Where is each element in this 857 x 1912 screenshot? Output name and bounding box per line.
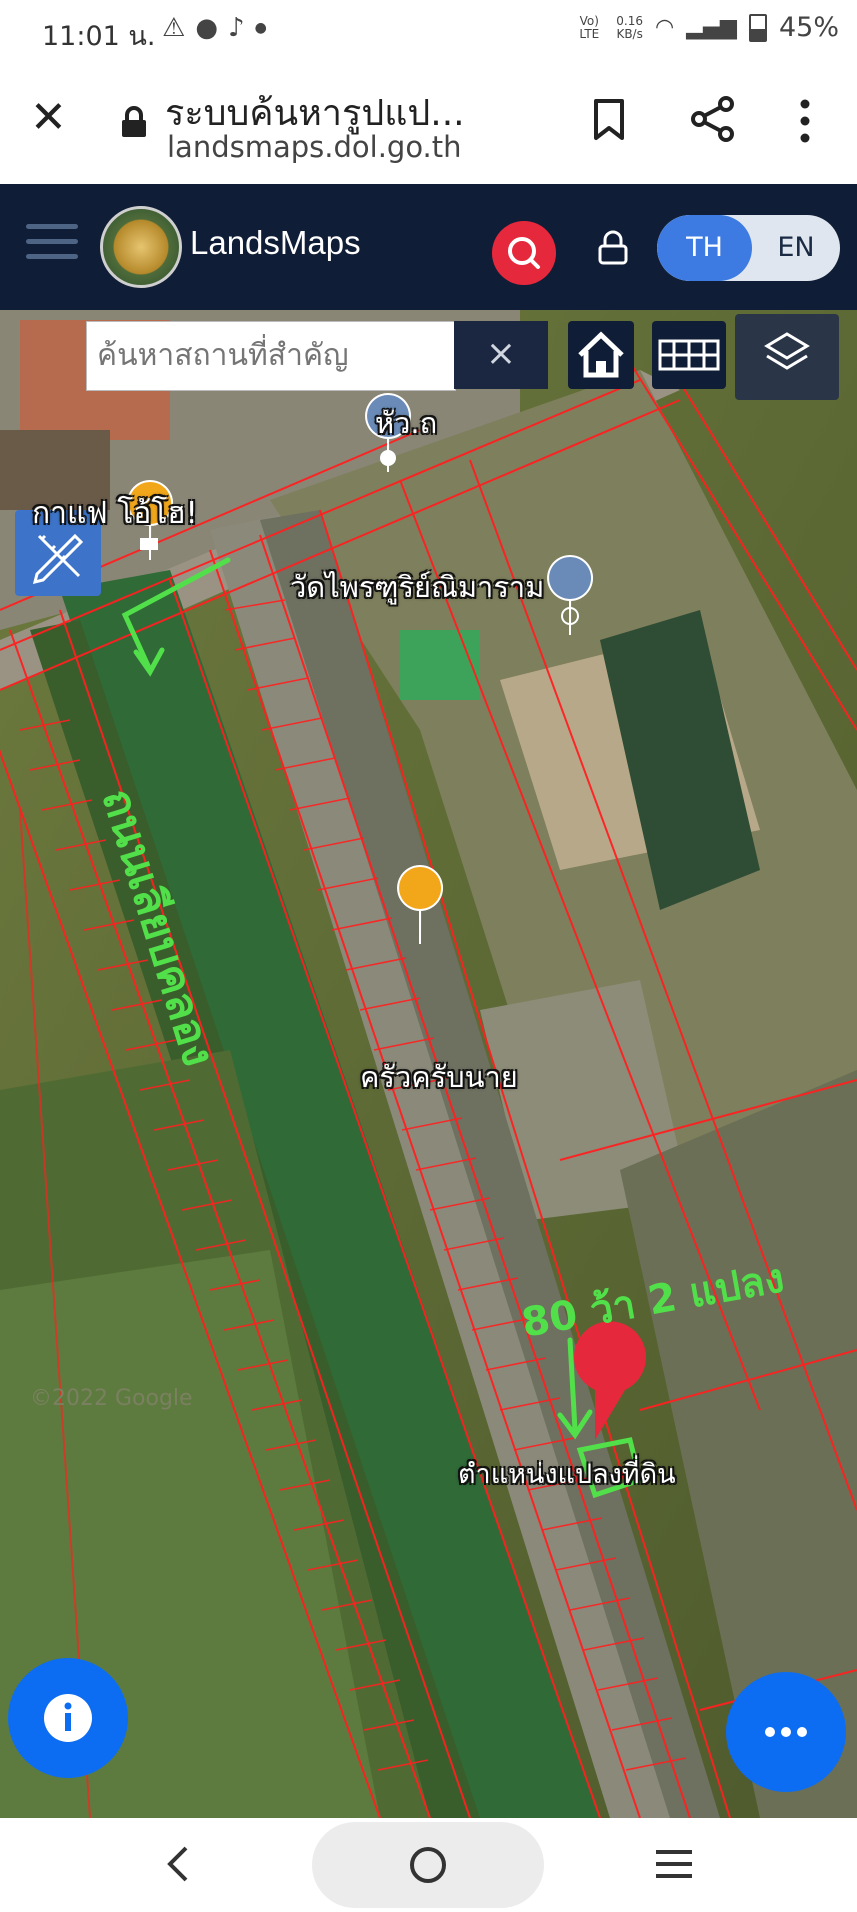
- home-nav-button[interactable]: [312, 1822, 544, 1908]
- parcel-position-label: ตำแหน่งแปลงที่ดิน: [458, 1459, 676, 1490]
- grid-button[interactable]: [652, 321, 726, 389]
- app-header: LandsMaps TH EN: [0, 184, 857, 310]
- system-nav-bar: [0, 1818, 857, 1911]
- status-time: 11:01 น.: [42, 21, 156, 52]
- layers-button[interactable]: [735, 314, 839, 400]
- home-icon: [578, 331, 624, 378]
- home-button[interactable]: [568, 321, 634, 389]
- speed-value: 0.16: [616, 13, 644, 28]
- signal-icon: ▂▄▆: [686, 15, 737, 40]
- hamburger-icon[interactable]: [26, 224, 78, 269]
- status-bar: 11:01 น. ⚠ ● ♪ ● Vo) LTE 0.16 KB/s ◠ ▂▄▆…: [0, 0, 857, 62]
- info-icon: [44, 1694, 92, 1742]
- wifi-icon: ◠: [655, 15, 675, 40]
- cafe-label: กาแฟ โอ้โฮ!: [32, 496, 198, 531]
- temple-label: วัดไพรฑูริย์ณิมาราม: [290, 570, 545, 604]
- map-view[interactable]: × หัว.ถ กาแฟ โอ้โฮ! วัดไพรฑูริย์ณิมาราม …: [0, 310, 857, 1818]
- info-button[interactable]: [8, 1658, 128, 1778]
- share-icon[interactable]: [690, 96, 736, 142]
- warning-icon: ⚠: [162, 13, 186, 43]
- layers-icon: [764, 332, 810, 370]
- lock-icon[interactable]: [596, 230, 630, 266]
- home-circle-icon: [410, 1847, 446, 1883]
- search-clear-button[interactable]: ×: [454, 321, 548, 389]
- place-search-box[interactable]: [86, 321, 456, 391]
- dot-icon: ●: [254, 20, 267, 36]
- search-button[interactable]: [492, 221, 556, 285]
- network-label: Vo) LTE: [579, 13, 600, 41]
- close-icon[interactable]: ✕: [30, 96, 67, 140]
- lang-th-button[interactable]: TH: [657, 215, 752, 281]
- brand-name: LandsMaps: [190, 224, 361, 261]
- page-url[interactable]: landsmaps.dol.go.th: [167, 130, 462, 164]
- road-label: หัว.ถ: [375, 406, 438, 440]
- map-watermark: ©2022 Google: [30, 1386, 193, 1411]
- kebab-menu-icon[interactable]: [798, 98, 812, 144]
- place-search-input[interactable]: [87, 322, 447, 388]
- lock-icon: [122, 106, 146, 137]
- recents-icon[interactable]: [652, 1846, 696, 1882]
- status-right: Vo) LTE 0.16 KB/s ◠ ▂▄▆ 45%: [574, 12, 839, 43]
- lang-en-button[interactable]: EN: [752, 215, 840, 281]
- department-logo: [100, 206, 182, 288]
- back-icon[interactable]: [162, 1844, 192, 1884]
- browser-toolbar: ✕ ระบบค้นหารูปแป... landsmaps.dol.go.th: [0, 62, 857, 185]
- restaurant-label: ครัวครับนาย: [360, 1060, 518, 1094]
- grid-icon: [658, 339, 720, 371]
- tiktok-icon: ♪: [228, 13, 245, 43]
- language-toggle[interactable]: TH EN: [657, 215, 840, 281]
- bookmark-icon[interactable]: [592, 98, 626, 142]
- search-icon: [508, 237, 540, 269]
- battery-percent: 45%: [778, 12, 839, 43]
- speed-readout: 0.16 KB/s: [616, 13, 644, 41]
- more-button[interactable]: [726, 1672, 846, 1792]
- battery-icon: [748, 13, 767, 42]
- app-icon: ●: [195, 13, 218, 43]
- status-notification-icons: ⚠ ● ♪ ●: [162, 13, 267, 43]
- speed-unit: KB/s: [616, 26, 643, 41]
- more-dots-icon: [765, 1727, 807, 1737]
